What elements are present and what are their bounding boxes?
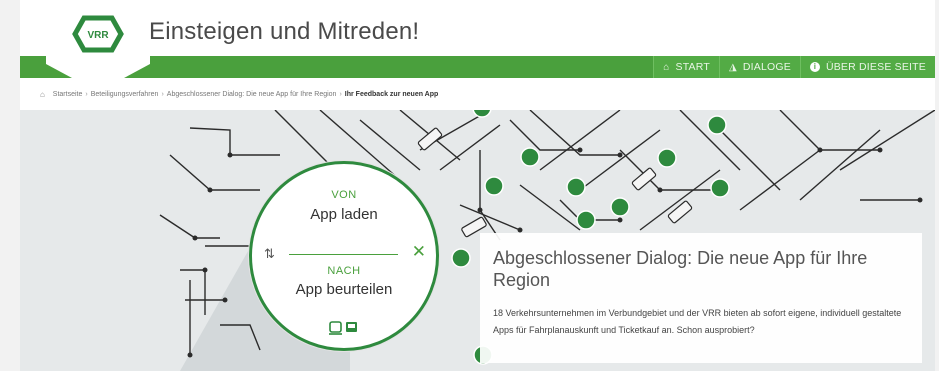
route-widget: VON App laden ⇅ ✕ NACH App beurteilen (249, 161, 439, 351)
nav-dialoge[interactable]: ◮ DIALOGE (718, 56, 800, 78)
logo-text: VRR (87, 30, 109, 41)
from-value[interactable]: App laden (252, 206, 436, 223)
breadcrumb: ⌂ Startseite › Beteiligungsverfahren › A… (20, 78, 935, 110)
site-header: Einsteigen und Mitreden! (20, 0, 935, 56)
main-nav: ⌂ START ◮ DIALOGE i ÜBER DIESE SEITE (653, 56, 935, 78)
nav-dialoge-label: DIALOGE (742, 61, 791, 73)
from-label: VON (331, 189, 357, 201)
home-icon[interactable]: ⌂ (40, 90, 45, 99)
home-icon: ⌂ (663, 61, 670, 73)
divider (289, 254, 398, 255)
page: Einsteigen und Mitreden! ⌂ START ◮ DIALO… (20, 0, 935, 371)
dialog-card[interactable]: Abgeschlossener Dialog: Die neue App für… (480, 233, 922, 363)
info-icon: i (809, 62, 820, 72)
breadcrumb-item[interactable]: Abgeschlossener Dialog: Die neue App für… (167, 91, 337, 98)
breadcrumb-current: Ihr Feedback zur neuen App (344, 90, 439, 98)
to-label: NACH (327, 265, 361, 277)
transport-icon (252, 321, 436, 338)
swap-icon[interactable]: ⇅ (264, 246, 275, 262)
breadcrumb-item[interactable]: Beteiligungsverfahren (91, 91, 159, 98)
site-title: Einsteigen und Mitreden! (149, 18, 420, 45)
nav-start[interactable]: ⌂ START (653, 56, 719, 78)
nav-ueber-label: ÜBER DIESE SEITE (825, 61, 926, 73)
nav-start-label: START (675, 61, 710, 73)
close-icon[interactable]: ✕ (412, 242, 426, 262)
chat-icon: ◮ (728, 61, 737, 73)
to-value[interactable]: App beurteilen (252, 281, 436, 298)
card-title[interactable]: Abgeschlossener Dialog: Die neue App für… (493, 247, 903, 291)
nav-ueber[interactable]: i ÜBER DIESE SEITE (799, 56, 935, 78)
breadcrumb-item[interactable]: Startseite (53, 91, 83, 98)
card-text: 18 Verkehrsunternehmen im Verbundgebiet … (493, 308, 902, 335)
